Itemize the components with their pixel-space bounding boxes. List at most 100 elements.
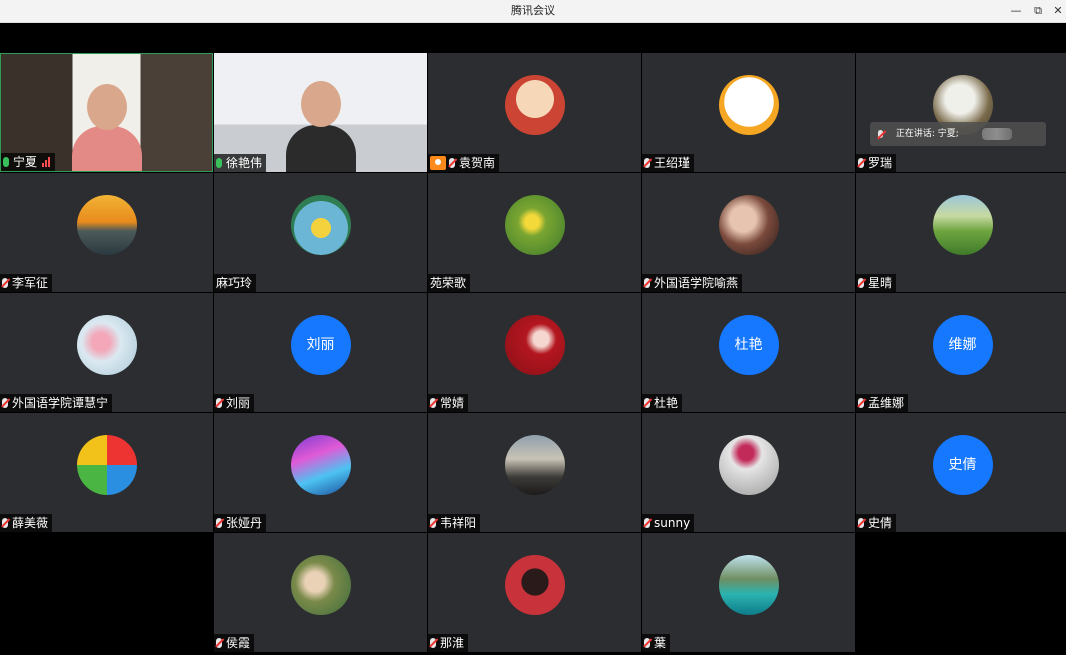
participant-nameplate: 那淮	[428, 634, 469, 652]
microphone-muted-icon	[216, 638, 222, 648]
window-title: 腾讯会议	[511, 4, 555, 17]
participant-nameplate: 宁夏	[1, 153, 56, 171]
participant-tile[interactable]: 葉	[642, 533, 855, 652]
participant-tile[interactable]: 外国语学院谭慧宁	[0, 293, 213, 412]
speaking-indicator: 正在讲话: 宁夏;	[870, 122, 1046, 146]
participant-name: 常婧	[440, 396, 465, 410]
participant-nameplate: 杜艳	[642, 394, 683, 412]
participant-tile[interactable]: 袁贺南	[428, 53, 641, 172]
participant-name: 袁贺南	[459, 156, 496, 170]
participant-tile[interactable]: 韦祥阳	[428, 413, 641, 532]
participant-tile[interactable]: 王绍瑾	[642, 53, 855, 172]
participant-name: 外国语学院谭慧宁	[12, 396, 109, 410]
microphone-muted-icon	[858, 398, 864, 408]
participant-nameplate: 葉	[642, 634, 671, 652]
participant-tile[interactable]: 罗瑞	[856, 53, 1066, 172]
participant-tile[interactable]: 徐艳伟	[214, 53, 427, 172]
participant-nameplate: 张娅丹	[214, 514, 267, 532]
participant-name: 徐艳伟	[226, 156, 263, 170]
participant-name: 宁夏	[13, 155, 38, 169]
microphone-muted-icon	[858, 278, 864, 288]
participant-nameplate: 袁贺南	[428, 154, 500, 172]
participant-tile[interactable]: 星晴	[856, 173, 1066, 292]
participant-avatar: 史倩	[932, 435, 993, 495]
participant-name: 薛美薇	[12, 516, 49, 530]
participant-avatar	[76, 315, 137, 375]
microphone-muted-icon	[644, 518, 650, 528]
microphone-muted-icon	[644, 278, 650, 288]
participant-name: 罗瑞	[868, 156, 893, 170]
participant-tile[interactable]: 外国语学院喻燕	[642, 173, 855, 292]
participant-tile[interactable]: 那淮	[428, 533, 641, 652]
participant-avatar	[932, 195, 993, 255]
participant-tile[interactable]: 杜艳 杜艳	[642, 293, 855, 412]
participant-tile[interactable]: 张娅丹	[214, 413, 427, 532]
participant-name: 刘丽	[226, 396, 251, 410]
empty-slot	[856, 533, 1066, 652]
participant-avatar	[504, 75, 565, 135]
participant-nameplate: 外国语学院谭慧宁	[0, 394, 113, 412]
participant-tile[interactable]: 刘丽 刘丽	[214, 293, 427, 412]
microphone-muted-icon	[449, 158, 455, 168]
participant-name: 麻巧玲	[216, 276, 253, 290]
participant-name: 韦祥阳	[440, 516, 477, 530]
close-button[interactable]: ✕	[1047, 0, 1066, 22]
microphone-muted-icon	[430, 638, 436, 648]
microphone-muted-icon	[858, 158, 864, 168]
participant-avatar	[504, 315, 565, 375]
participant-avatar	[290, 435, 351, 495]
participant-nameplate: 徐艳伟	[214, 154, 267, 172]
minimize-button[interactable]: —	[1005, 0, 1027, 22]
microphone-muted-icon	[644, 398, 650, 408]
blurred-name	[982, 128, 1012, 140]
participant-avatar	[76, 195, 137, 255]
participant-name: 李军征	[12, 276, 49, 290]
participant-name: 史倩	[868, 516, 893, 530]
speaker-mic-icon	[878, 129, 883, 138]
participant-nameplate: 刘丽	[214, 394, 255, 412]
participant-name: 苑荣歌	[430, 276, 467, 290]
participant-nameplate: 王绍瑾	[642, 154, 695, 172]
speaking-label: 正在讲话: 宁夏;	[895, 129, 959, 139]
participant-name: 孟维娜	[868, 396, 905, 410]
participant-name: 张娅丹	[226, 516, 263, 530]
microphone-muted-icon	[216, 398, 222, 408]
participant-avatar: 刘丽	[290, 315, 351, 375]
participant-tile[interactable]: 史倩 史倩	[856, 413, 1066, 532]
microphone-muted-icon	[644, 158, 650, 168]
participant-tile[interactable]: 维娜 孟维娜	[856, 293, 1066, 412]
participant-nameplate: 星晴	[856, 274, 897, 292]
participant-avatar	[504, 435, 565, 495]
participant-avatar	[718, 435, 779, 495]
participant-name: 王绍瑾	[654, 156, 691, 170]
maximize-button[interactable]: ⧉	[1027, 0, 1049, 22]
participant-name: 葉	[654, 636, 667, 650]
participant-nameplate: 苑荣歌	[428, 274, 471, 292]
participant-tile[interactable]: 侯霞	[214, 533, 427, 652]
participant-name: sunny	[654, 516, 691, 530]
participant-tile[interactable]: 苑荣歌	[428, 173, 641, 292]
participant-avatar	[718, 555, 779, 615]
participant-tile[interactable]: 麻巧玲	[214, 173, 427, 292]
microphone-muted-icon	[2, 278, 8, 288]
participant-avatar	[290, 195, 351, 255]
participant-nameplate: 侯霞	[214, 634, 255, 652]
participant-nameplate: 薛美薇	[0, 514, 53, 532]
participant-tile[interactable]: 李军征	[0, 173, 213, 292]
participant-nameplate: 罗瑞	[856, 154, 897, 172]
microphone-muted-icon	[644, 638, 650, 648]
participant-name: 外国语学院喻燕	[654, 276, 739, 290]
participant-tile[interactable]: 宁夏	[0, 53, 213, 172]
participant-tile[interactable]: 薛美薇	[0, 413, 213, 532]
network-signal-icon	[42, 157, 51, 167]
participant-nameplate: 李军征	[0, 274, 53, 292]
microphone-muted-icon	[2, 518, 8, 528]
participant-tile[interactable]: sunny	[642, 413, 855, 532]
participant-avatar	[290, 555, 351, 615]
microphone-muted-icon	[2, 398, 8, 408]
microphone-muted-icon	[430, 398, 436, 408]
participant-tile[interactable]: 常婧	[428, 293, 641, 412]
participant-nameplate: 韦祥阳	[428, 514, 481, 532]
empty-slot	[0, 533, 213, 652]
participant-nameplate: 孟维娜	[856, 394, 909, 412]
